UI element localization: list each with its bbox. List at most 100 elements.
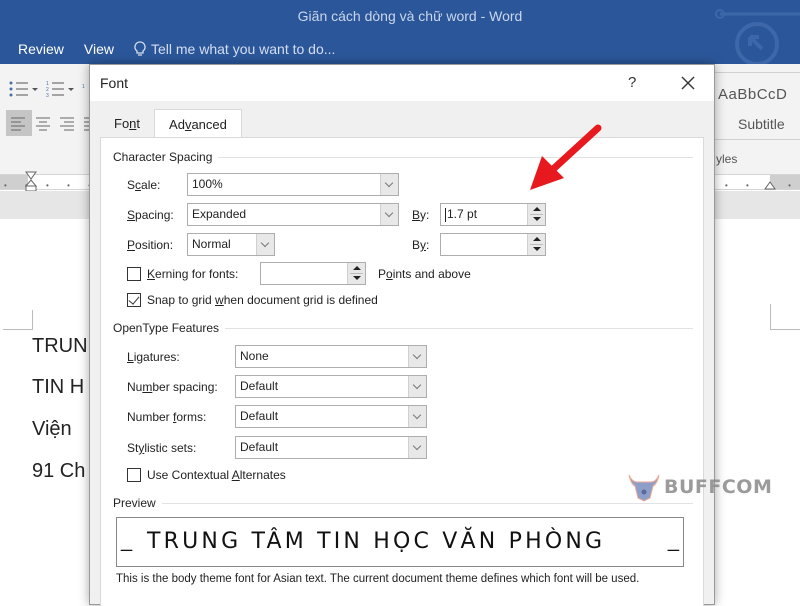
stylistic-sets-dropdown[interactable]: Default: [235, 436, 427, 459]
kerning-points-input[interactable]: [260, 262, 366, 285]
kerning-label: Kerning for fonts:: [147, 267, 239, 281]
kerning-checkbox[interactable]: [127, 267, 141, 281]
spin-up-icon[interactable]: [533, 207, 541, 211]
text-caret: [445, 207, 446, 222]
number-spacing-dropdown[interactable]: Default: [235, 375, 427, 398]
styles-group-label: yles: [716, 152, 738, 166]
ruler-ticks: • • • • •: [4, 181, 99, 190]
spin-down-icon[interactable]: [533, 217, 541, 221]
group-heading-text: Character Spacing: [113, 150, 213, 164]
chevron-down-icon[interactable]: [408, 406, 426, 427]
title-bar: Giãn cách dòng và chữ word - Word Review…: [0, 0, 800, 66]
group-heading-text: OpenType Features: [113, 321, 220, 335]
menu-view[interactable]: View: [84, 41, 114, 57]
tab-advanced[interactable]: Advanced: [154, 109, 242, 137]
document-line[interactable]: Viện: [32, 418, 72, 441]
help-button[interactable]: ?: [628, 74, 636, 91]
font-dialog: Font ? Font Advanced Character Spacing S…: [89, 64, 772, 606]
spacing-by-input[interactable]: 1.7 pt: [440, 203, 546, 226]
watermark: BUFFCOM: [626, 472, 772, 502]
position-label: Position:: [127, 238, 174, 252]
opentype-heading: OpenType Features: [113, 321, 693, 335]
stylistic-sets-value: Default: [240, 440, 279, 454]
position-by-label: By:: [412, 238, 430, 252]
chevron-down-icon[interactable]: [408, 376, 426, 397]
spin-down-icon[interactable]: [353, 276, 361, 280]
tell-me-text: Tell me what you want to do...: [151, 41, 336, 57]
stylistic-sets-label: Stylistic sets:: [127, 441, 197, 455]
preview-text: TRUNG TÂM TIN HỌC VĂN PHÒNG: [147, 529, 606, 554]
ligatures-label: Ligatures:: [127, 350, 180, 364]
tab-label: Ad: [169, 117, 185, 132]
style-sample-text: AaBbCcD: [718, 86, 788, 103]
position-dropdown[interactable]: Normal: [187, 233, 275, 256]
close-icon[interactable]: [678, 73, 698, 93]
chevron-down-icon[interactable]: [408, 346, 426, 367]
spin-up-icon[interactable]: [353, 266, 361, 270]
menu-review[interactable]: Review: [18, 41, 64, 57]
snap-to-grid-checkbox[interactable]: [127, 293, 141, 307]
dialog-title: Font: [100, 75, 129, 91]
spacing-by-label: By:: [412, 208, 430, 222]
contextual-alternates-label: Use Contextual Alternates: [147, 468, 286, 482]
chevron-down-icon[interactable]: [408, 437, 426, 458]
preview-baseline-mark: _: [667, 530, 679, 552]
chevron-down-icon[interactable]: [380, 174, 398, 195]
window-title: Giãn cách dòng và chữ word - Word: [297, 8, 523, 24]
style-name: Subtitle: [738, 116, 785, 132]
position-value: Normal: [192, 237, 231, 251]
watermark-text: BUFFCOM: [664, 476, 773, 498]
tab-font[interactable]: Font: [100, 109, 154, 137]
tab-label: anced: [191, 117, 227, 132]
kerning-suffix-label: Points and above: [378, 267, 471, 281]
spin-up-icon[interactable]: [533, 237, 541, 241]
bull-logo-icon: [628, 474, 660, 502]
number-spacing-value: Default: [240, 379, 279, 393]
margin-corner-left: [3, 310, 33, 330]
chevron-down-icon[interactable]: [380, 204, 398, 225]
dialog-title-bar[interactable]: Font ?: [90, 65, 714, 101]
svg-text:3: 3: [46, 93, 49, 99]
position-by-input[interactable]: [440, 233, 546, 256]
tell-me-box[interactable]: Tell me what you want to do...: [134, 41, 335, 57]
chevron-down-icon[interactable]: [256, 234, 274, 255]
number-spacing-label: Number spacing:: [127, 380, 218, 394]
document-line[interactable]: 91 Ch: [32, 460, 85, 483]
spacing-by-value: 1.7 pt: [447, 207, 478, 221]
number-forms-label: Number forms:: [127, 410, 207, 424]
spin-buttons: [527, 204, 545, 225]
contextual-alternates-checkbox[interactable]: [127, 468, 141, 482]
preview-baseline-mark: _: [121, 530, 133, 552]
tab-label: t: [136, 116, 141, 131]
group-heading-text: Preview: [113, 496, 156, 510]
tab-label: Fo: [114, 116, 130, 131]
spin-buttons: [527, 234, 545, 255]
spacing-value: Expanded: [192, 207, 247, 221]
snap-to-grid-label: Snap to grid when document grid is defin…: [147, 293, 378, 307]
spin-buttons: [347, 263, 365, 284]
spacing-dropdown[interactable]: Expanded: [187, 203, 399, 226]
spacing-label: Spacing:: [127, 208, 174, 222]
number-forms-dropdown[interactable]: Default: [235, 405, 427, 428]
annotation-arrow-icon: [530, 124, 602, 190]
preview-note: This is the body theme font for Asian te…: [116, 573, 640, 585]
scale-dropdown[interactable]: 100%: [187, 173, 399, 196]
bullet-list-icon[interactable]: 1 2 3 1: [8, 80, 88, 100]
lightbulb-icon: [134, 41, 146, 56]
decorative-logo-icon: [715, 9, 800, 66]
divider: [218, 156, 693, 158]
preview-heading: Preview: [113, 496, 693, 510]
scale-value: 100%: [192, 177, 223, 191]
indent-marker-icon[interactable]: [25, 171, 37, 193]
alignment-icons[interactable]: [10, 116, 90, 132]
document-line[interactable]: TIN H: [32, 376, 84, 399]
dialog-tabs: Font Advanced: [100, 109, 242, 137]
svg-text:1: 1: [82, 84, 85, 90]
ligatures-value: None: [240, 349, 269, 363]
right-indent-marker-icon[interactable]: [764, 178, 776, 190]
scale-label: Scale:: [127, 178, 161, 192]
margin-corner-right: [770, 304, 800, 330]
spin-down-icon[interactable]: [533, 247, 541, 251]
document-line[interactable]: TRUN: [32, 335, 88, 358]
ligatures-dropdown[interactable]: None: [235, 345, 427, 368]
